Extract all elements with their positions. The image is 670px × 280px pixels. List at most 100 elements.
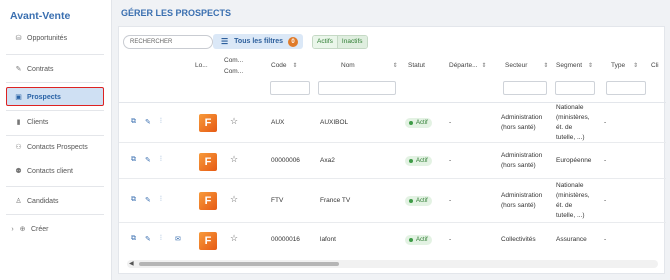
- table-row[interactable]: ⧉ ✎ ⫶ F ☆ 00000006 Axa2 Actif - Administ…: [119, 143, 666, 179]
- col-header-logo[interactable]: Lo...: [195, 62, 208, 69]
- sidebar-item-label: Contacts client: [27, 167, 73, 175]
- hierarchy-icon[interactable]: ⫶: [160, 235, 162, 243]
- external-link-icon[interactable]: ⧉: [131, 235, 136, 243]
- search-input[interactable]: RECHERCHER: [123, 35, 213, 49]
- prospects-table-card: RECHERCHER ☰ Tous les filtres 0 Actifs I…: [118, 26, 666, 274]
- scrollbar-thumb[interactable]: [139, 262, 339, 266]
- horizontal-scrollbar[interactable]: ◀: [127, 260, 658, 268]
- col-header-code[interactable]: Code ⇕: [271, 62, 298, 69]
- col-header-secteur[interactable]: Secteur ⇕: [505, 62, 548, 69]
- sidebar: Avant-Vente ⛁ Opportunités ✎ Contrats ▣ …: [0, 0, 112, 280]
- edit-icon[interactable]: ✎: [145, 196, 151, 204]
- col-header-segment[interactable]: Segment ⇕: [556, 62, 593, 69]
- cell-code: AUX: [271, 119, 285, 126]
- status-dot: [409, 199, 413, 203]
- edit-icon[interactable]: ✎: [145, 118, 151, 126]
- cell-secteur: Administration (hors santé): [501, 191, 542, 211]
- sidebar-item-contacts-client[interactable]: ⚉ Contacts client: [14, 164, 73, 178]
- cell-type: -: [604, 157, 607, 164]
- external-link-icon[interactable]: ⧉: [131, 118, 136, 126]
- sidebar-item-creer[interactable]: › ⊕ Créer: [8, 222, 49, 236]
- col-header-cli[interactable]: Cli: [651, 62, 659, 69]
- star-icon[interactable]: ☆: [230, 194, 238, 205]
- sidebar-item-label: Contacts Prospects: [27, 143, 88, 151]
- chevron-right-icon: ›: [11, 225, 14, 233]
- sidebar-item-opportunites[interactable]: ⛁ Opportunités: [14, 31, 68, 45]
- sidebar-item-clients[interactable]: ▮ Clients: [14, 115, 49, 129]
- sidebar-item-candidats[interactable]: ♙ Candidats: [14, 194, 58, 208]
- prospect-icon: ▣: [15, 94, 22, 101]
- filter-input-nom[interactable]: [318, 81, 396, 95]
- coins-icon: ⛁: [15, 35, 22, 42]
- divider: [6, 110, 104, 111]
- col-header-nom[interactable]: Nom ⇕: [341, 62, 398, 69]
- table-row[interactable]: ⧉ ✎ ⫶ F ☆ AUX AUXIBOL Actif - Administra…: [119, 103, 666, 143]
- external-link-icon[interactable]: ⧉: [131, 196, 136, 204]
- cell-line: (hors santé): [501, 202, 536, 209]
- cell-nom: AUXIBOL: [320, 119, 349, 126]
- sort-icon: ⇕: [543, 63, 549, 69]
- toggle-inactifs[interactable]: Inactifs: [337, 36, 367, 48]
- cell-secteur: Collectivités: [501, 235, 536, 245]
- cell-code: 00000016: [271, 236, 300, 243]
- sidebar-item-label: Contrats: [27, 65, 54, 73]
- app-title: Avant-Vente: [10, 10, 71, 22]
- star-icon[interactable]: ☆: [230, 154, 238, 165]
- cell-line: Administration: [501, 114, 543, 121]
- plus-circle-icon: ⊕: [19, 226, 26, 233]
- scroll-left-icon[interactable]: ◀: [129, 260, 134, 268]
- company-logo: F: [199, 153, 217, 171]
- cell-type: -: [604, 119, 607, 126]
- sidebar-item-contrats[interactable]: ✎ Contrats: [14, 62, 54, 76]
- active-toggle: Actifs Inactifs: [312, 35, 368, 49]
- sort-icon: ⇕: [588, 63, 594, 69]
- col-header-statut[interactable]: Statut: [408, 62, 425, 69]
- table-header: Lo... Com... Com... Code ⇕ Nom ⇕ Statut …: [119, 57, 666, 103]
- star-icon[interactable]: ☆: [230, 233, 238, 244]
- hierarchy-icon[interactable]: ⫶: [160, 156, 162, 164]
- cell-line: tutelle, ...): [556, 134, 585, 141]
- status-badge: Actif: [405, 235, 432, 245]
- col-header-com2[interactable]: Com...: [224, 68, 243, 75]
- divider: [6, 186, 104, 187]
- filter-input-type[interactable]: [606, 81, 646, 95]
- col-header-departement[interactable]: Départe... ⇕: [449, 62, 487, 69]
- cell-line: Nationale: [556, 104, 584, 111]
- col-header-type[interactable]: Type ⇕: [611, 62, 638, 69]
- divider: [6, 82, 104, 83]
- hierarchy-icon[interactable]: ⫶: [160, 196, 162, 204]
- edit-icon[interactable]: ✎: [145, 156, 151, 164]
- table-row[interactable]: ⧉ ✎ ⫶ F ☆ FTV France TV Actif - Administ…: [119, 179, 666, 223]
- filter-input-secteur[interactable]: [503, 81, 547, 95]
- star-icon[interactable]: ☆: [230, 116, 238, 127]
- paperclip-icon: ✎: [15, 66, 22, 73]
- cell-segment: Nationale (ministères, ét. de tutelle, .…: [556, 181, 590, 221]
- cell-line: tutelle, ...): [556, 212, 585, 219]
- cell-nom: lafont: [320, 236, 336, 243]
- sliders-icon: ☰: [221, 37, 229, 46]
- col-header-label: Départe...: [449, 62, 478, 69]
- col-header-com1[interactable]: Com...: [224, 57, 243, 64]
- all-filters-button[interactable]: ☰ Tous les filtres 0: [213, 34, 303, 49]
- hierarchy-icon[interactable]: ⫶: [160, 118, 162, 126]
- cell-line: Administration: [501, 152, 543, 159]
- sidebar-item-prospects[interactable]: ▣ Prospects: [14, 90, 61, 104]
- filter-input-segment[interactable]: [555, 81, 595, 95]
- edit-icon[interactable]: ✎: [145, 235, 151, 243]
- cell-departement: -: [449, 157, 452, 164]
- cell-line: Assurance: [556, 236, 587, 243]
- status-label: Actif: [416, 120, 428, 126]
- cell-line: (hors santé): [501, 124, 536, 131]
- external-link-icon[interactable]: ⧉: [131, 156, 136, 164]
- status-label: Actif: [416, 198, 428, 204]
- sidebar-item-label: Créer: [31, 225, 49, 233]
- table-row[interactable]: ⧉ ✎ ⫶ ✉ F ☆ 00000016 lafont Actif - Coll…: [119, 223, 666, 257]
- sidebar-item-contacts-prospects[interactable]: ⚇ Contacts Prospects: [14, 140, 88, 154]
- divider: [6, 135, 104, 136]
- status-label: Actif: [416, 158, 428, 164]
- filter-input-code[interactable]: [270, 81, 310, 95]
- cell-segment: Nationale (ministères, ét. de tutelle, .…: [556, 103, 590, 143]
- toggle-actifs[interactable]: Actifs: [313, 36, 338, 48]
- col-header-label: Segment: [556, 62, 583, 69]
- envelope-icon[interactable]: ✉: [175, 235, 181, 243]
